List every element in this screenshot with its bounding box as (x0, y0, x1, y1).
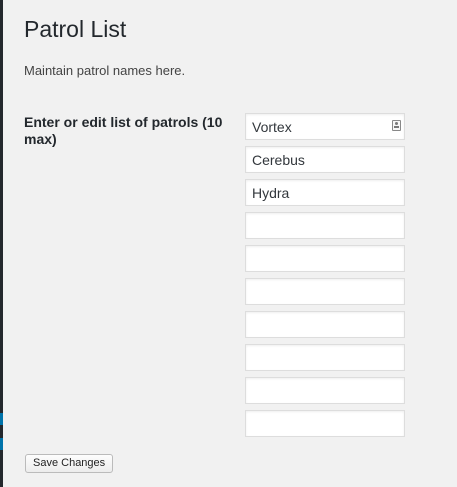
save-changes-button[interactable]: Save Changes (25, 454, 114, 473)
patrol-input-8[interactable] (245, 344, 405, 371)
patrol-input-2[interactable] (245, 146, 405, 173)
patrol-input-7[interactable] (245, 311, 405, 338)
patrol-input-9[interactable] (245, 377, 405, 404)
contact-card-icon[interactable] (392, 120, 401, 131)
patrol-list-label: Enter or edit list of patrols (10 max) (24, 114, 223, 147)
patrol-inputs (245, 113, 405, 443)
page-title: Patrol List (24, 16, 127, 42)
patrol-input-4[interactable] (245, 212, 405, 239)
patrol-input-5[interactable] (245, 245, 405, 272)
patrol-input-6[interactable] (245, 278, 405, 305)
patrol-input-3[interactable] (245, 179, 405, 206)
sidebar-indicator (0, 413, 3, 425)
page-description: Maintain patrol names here. (24, 63, 186, 78)
patrol-input-1[interactable] (245, 113, 405, 140)
patrol-input-wrapper (245, 113, 405, 140)
patrol-input-10[interactable] (245, 410, 405, 437)
sidebar-indicator (0, 438, 3, 450)
